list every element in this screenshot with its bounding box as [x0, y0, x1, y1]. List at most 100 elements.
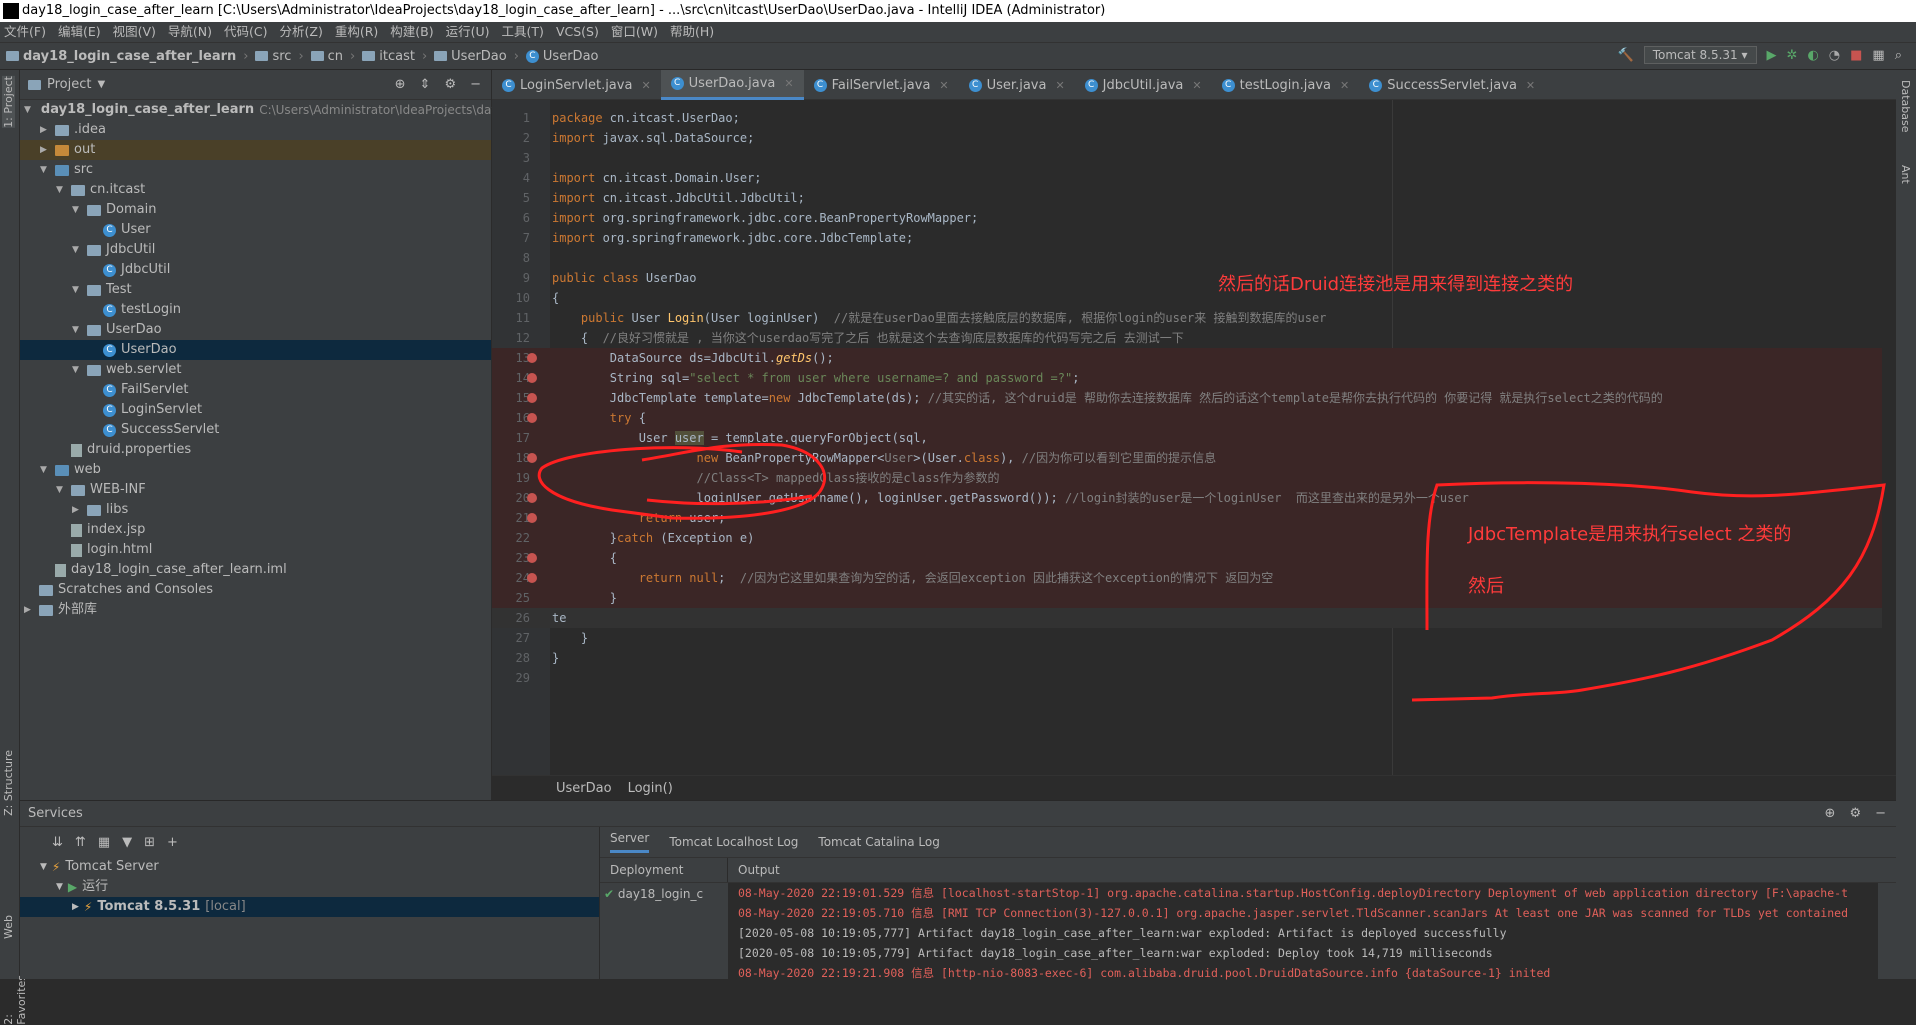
deployment-item[interactable]: day18_login_c — [618, 887, 703, 901]
crumb-class[interactable]: UserDao — [556, 781, 612, 796]
tab-jdbcutil[interactable]: C JdbcUtil.java ✕ — [1075, 70, 1212, 100]
stripe-tab-web[interactable]: Web — [2, 915, 15, 939]
locate-icon[interactable]: ⊕ — [1825, 806, 1836, 821]
code-line[interactable]: 10 { — [492, 288, 1882, 308]
menu-item[interactable]: 帮助(H) — [670, 22, 714, 42]
menu-item[interactable]: 构建(B) — [390, 22, 433, 42]
tree-item[interactable]: login.html — [20, 540, 491, 560]
tree-item[interactable]: ▼ WEB-INF — [20, 480, 491, 500]
code-line[interactable]: 13 DataSource ds=JdbcUtil.getDs(); — [492, 348, 1882, 368]
pin-icon[interactable]: ⊞ — [144, 835, 155, 850]
tree-item[interactable]: C User — [20, 220, 491, 240]
project-structure-icon[interactable]: ▦ — [1872, 48, 1884, 63]
chevron-right-icon[interactable]: ▶ — [40, 140, 50, 160]
add-service-icon[interactable]: + — [167, 835, 178, 850]
locate-icon[interactable]: ⊕ — [395, 77, 406, 92]
menu-item[interactable]: 编辑(E) — [58, 22, 101, 42]
chevron-down-icon[interactable]: ▼ — [56, 877, 63, 897]
tree-item[interactable]: ▶ out — [20, 140, 491, 160]
code-line[interactable]: 11 public User Login(User loginUser) //就… — [492, 308, 1882, 328]
code-line[interactable]: 25 } — [492, 588, 1882, 608]
tree-item[interactable]: ▶ 外部库 — [20, 600, 491, 620]
tree-item[interactable]: ▼ web.servlet — [20, 360, 491, 380]
tab-userdao[interactable]: C UserDao.java ✕ — [660, 70, 804, 100]
menu-item[interactable]: 文件(F) — [4, 22, 46, 42]
menu-item[interactable]: 代码(C) — [224, 22, 267, 42]
close-icon[interactable]: ✕ — [641, 79, 650, 92]
close-icon[interactable]: ✕ — [1340, 79, 1349, 92]
code-line[interactable]: 3 — [492, 148, 1882, 168]
stripe-tab-favorites[interactable]: 2: Favorites — [2, 975, 28, 1025]
code-line[interactable]: 7 import org.springframework.jdbc.core.Jd… — [492, 228, 1882, 248]
gear-icon[interactable]: ⚙ — [1849, 806, 1861, 821]
code-line[interactable]: 1 package cn.itcast.UserDao; — [492, 108, 1882, 128]
chevron-down-icon[interactable]: ▼ — [40, 460, 50, 480]
tree-item[interactable]: C LoginServlet — [20, 400, 491, 420]
chevron-down-icon[interactable]: ▼ — [72, 240, 82, 260]
code-line[interactable]: 16 try { — [492, 408, 1882, 428]
tree-item[interactable]: ▼ Test — [20, 280, 491, 300]
chevron-down-icon[interactable]: ▼ — [72, 200, 82, 220]
chevron-down-icon[interactable]: ▼ — [97, 79, 105, 90]
code-line[interactable]: 5 import cn.itcast.JdbcUtil.JdbcUtil; — [492, 188, 1882, 208]
gear-icon[interactable]: ⚙ — [444, 77, 456, 92]
chevron-right-icon[interactable]: ▶ — [72, 897, 79, 917]
code-line[interactable]: 18 new BeanPropertyRowMapper<User>(User.… — [492, 448, 1882, 468]
breakpoint-icon[interactable] — [527, 513, 537, 523]
menu-item[interactable]: VCS(S) — [556, 22, 599, 42]
run-icon[interactable]: ▶ — [1767, 48, 1777, 63]
tree-item[interactable]: C UserDao — [20, 340, 491, 360]
stripe-tab-project[interactable]: 1: Project — [2, 76, 15, 128]
crumb-method[interactable]: Login() — [628, 781, 673, 796]
chevron-down-icon[interactable]: ▼ — [40, 160, 50, 180]
service-item[interactable]: ▼ ⚡ Tomcat Server — [20, 857, 599, 877]
breadcrumb-item[interactable]: cn › — [310, 49, 359, 64]
hide-icon[interactable]: − — [1875, 806, 1886, 821]
collapse-all-icon[interactable]: ⇈ — [75, 835, 86, 850]
chevron-down-icon[interactable]: ▼ — [40, 857, 47, 877]
tree-item[interactable]: C JdbcUtil — [20, 260, 491, 280]
breakpoint-icon[interactable] — [527, 413, 537, 423]
tab-user[interactable]: C User.java ✕ — [959, 70, 1075, 100]
chevron-right-icon[interactable]: ▶ — [40, 120, 50, 140]
breadcrumb-item[interactable]: UserDao › — [434, 49, 522, 64]
collapse-all-icon[interactable]: ⇕ — [420, 77, 431, 92]
coverage-icon[interactable]: ◐ — [1807, 48, 1818, 63]
tree-item[interactable]: ▶ .idea — [20, 120, 491, 140]
search-everywhere-icon[interactable]: ⌕ — [1895, 48, 1902, 63]
code-line[interactable]: 20 loginUser.getUsername(), loginUser.ge… — [492, 488, 1882, 508]
menu-item[interactable]: 重构(R) — [335, 22, 378, 42]
chevron-right-icon[interactable]: ▶ — [72, 500, 82, 520]
tree-item[interactable]: druid.properties — [20, 440, 491, 460]
breakpoint-icon[interactable] — [527, 493, 537, 503]
tree-item[interactable]: C SuccessServlet — [20, 420, 491, 440]
tree-item[interactable]: ▼ Domain — [20, 200, 491, 220]
close-icon[interactable]: ✕ — [784, 77, 793, 90]
close-icon[interactable]: ✕ — [1526, 79, 1535, 92]
code-line[interactable]: 19 //Class<T> mappedClass接收的是class作为参数的 — [492, 468, 1882, 488]
code-line[interactable]: 24 return null; //因为它这里如果查询为空的话, 会返回exce… — [492, 568, 1882, 588]
chevron-down-icon[interactable]: ▼ — [72, 320, 82, 340]
code-line[interactable]: 26 te — [492, 608, 1882, 628]
code-area[interactable]: 1 package cn.itcast.UserDao; 2 import javax… — [492, 100, 1896, 775]
tree-item[interactable]: CtestLogin — [20, 300, 491, 320]
chevron-down-icon[interactable]: ▼ — [24, 100, 31, 120]
tab-failservlet[interactable]: C FailServlet.java ✕ — [804, 70, 959, 100]
tree-item[interactable]: Scratches and Consoles — [20, 580, 491, 600]
menu-item[interactable]: 视图(V) — [113, 22, 156, 42]
tree-item[interactable]: day18_login_case_after_learn.iml — [20, 560, 491, 580]
stripe-tab-database[interactable]: Database — [1899, 80, 1912, 133]
chevron-right-icon[interactable]: ▶ — [24, 600, 34, 620]
chevron-down-icon[interactable]: ▼ — [72, 280, 82, 300]
tab-loginservlet[interactable]: C LoginServlet.java ✕ — [492, 70, 661, 100]
close-icon[interactable]: ✕ — [939, 79, 948, 92]
build-hammer-icon[interactable]: 🔨 — [1618, 48, 1634, 63]
hide-icon[interactable]: − — [470, 77, 481, 92]
breakpoint-icon[interactable] — [527, 393, 537, 403]
breadcrumb-item[interactable]: day18_login_case_after_learn › — [6, 49, 251, 64]
services-tab[interactable]: Tomcat Localhost Log — [669, 835, 798, 849]
project-view-select[interactable]: Project — [47, 77, 91, 92]
chevron-down-icon[interactable]: ▼ — [56, 480, 66, 500]
code-line[interactable]: 4 import cn.itcast.Domain.User; — [492, 168, 1882, 188]
stripe-tab-ant[interactable]: Ant — [1899, 165, 1912, 184]
